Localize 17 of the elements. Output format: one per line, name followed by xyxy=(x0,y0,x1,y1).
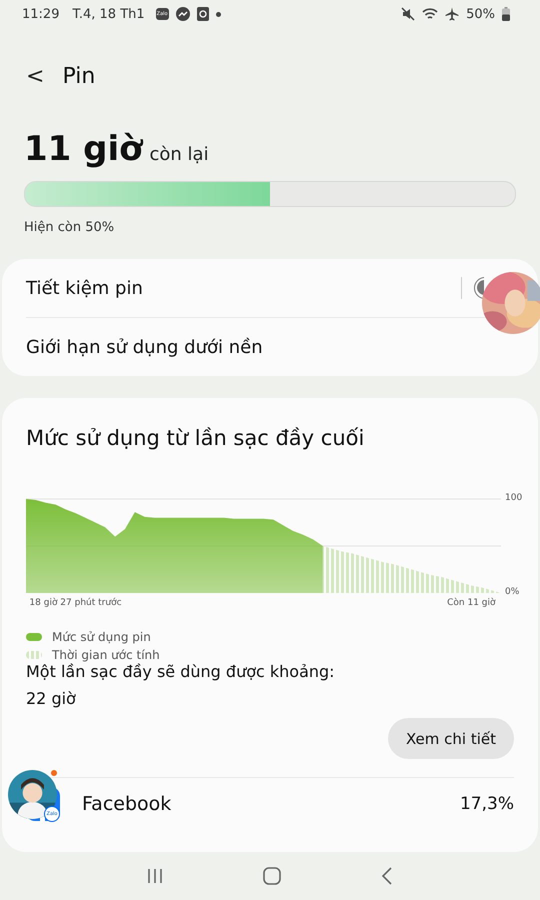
status-date: T.4, 18 Th1 xyxy=(72,6,145,22)
app-percent: 17,3% xyxy=(460,794,514,814)
status-time: 11:29 xyxy=(22,6,60,22)
remaining-percent: Hiện còn 50% xyxy=(24,220,116,235)
full-charge-text: Một lần sạc đầy sẽ dùng được khoảng: xyxy=(26,662,336,681)
legend-label: Thời gian ước tính xyxy=(52,648,160,662)
battery-percent: 50% xyxy=(466,6,495,22)
axis-label: 0% xyxy=(505,587,520,597)
full-charge-value: 22 giờ xyxy=(26,689,77,708)
page-title: Pin xyxy=(62,64,96,88)
axis-label: 18 giờ 27 phút trước xyxy=(29,598,122,608)
legend-label: Mức sử dụng pin xyxy=(52,630,151,644)
remaining-suffix: còn lại xyxy=(150,144,209,165)
axis-label: 100 xyxy=(505,493,522,503)
remaining-hours: 11 giờ xyxy=(24,129,143,169)
usage-title: Mức sử dụng từ lần sạc đầy cuối xyxy=(26,426,366,450)
axis-label: Còn 11 giờ xyxy=(447,598,496,608)
